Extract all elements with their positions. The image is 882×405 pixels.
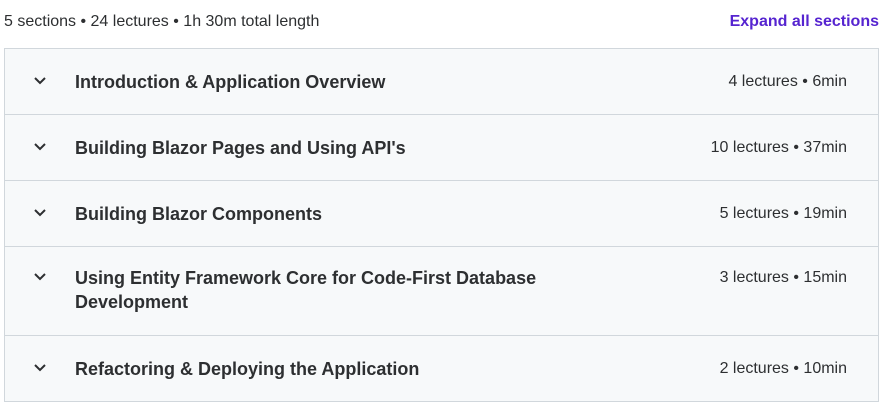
section-header-5[interactable]: Refactoring & Deploying the Application …	[5, 336, 878, 402]
section-title: Building Blazor Components	[75, 204, 322, 224]
section-content-info: 4 lectures • 6min	[728, 73, 847, 90]
chevron-down-icon	[5, 70, 75, 86]
section-title: Using Entity Framework Core for Code-Fir…	[75, 268, 537, 312]
section-content-info: 2 lectures • 10min	[719, 360, 847, 377]
section-content-info: 10 lectures • 37min	[710, 139, 847, 156]
section-content-info: 3 lectures • 15min	[719, 269, 847, 286]
section-title: Building Blazor Pages and Using API's	[75, 138, 406, 158]
expand-all-sections-button[interactable]: Expand all sections	[730, 13, 882, 31]
section-header-4[interactable]: Using Entity Framework Core for Code-Fir…	[5, 247, 878, 336]
chevron-down-icon	[5, 266, 75, 282]
section-title: Introduction & Application Overview	[75, 72, 386, 92]
curriculum-summary-bar: 5 sections • 24 lectures • 1h 30m total …	[0, 0, 882, 44]
curriculum-summary: 5 sections • 24 lectures • 1h 30m total …	[4, 13, 320, 30]
chevron-down-icon	[5, 136, 75, 152]
section-header-1[interactable]: Introduction & Application Overview 4 le…	[5, 49, 878, 115]
curriculum-section-list: Introduction & Application Overview 4 le…	[4, 48, 879, 402]
section-header-3[interactable]: Building Blazor Components 5 lectures • …	[5, 181, 878, 247]
chevron-down-icon	[5, 357, 75, 373]
section-header-2[interactable]: Building Blazor Pages and Using API's 10…	[5, 115, 878, 181]
chevron-down-icon	[5, 202, 75, 218]
section-title: Refactoring & Deploying the Application	[75, 359, 420, 379]
section-content-info: 5 lectures • 19min	[719, 205, 847, 222]
